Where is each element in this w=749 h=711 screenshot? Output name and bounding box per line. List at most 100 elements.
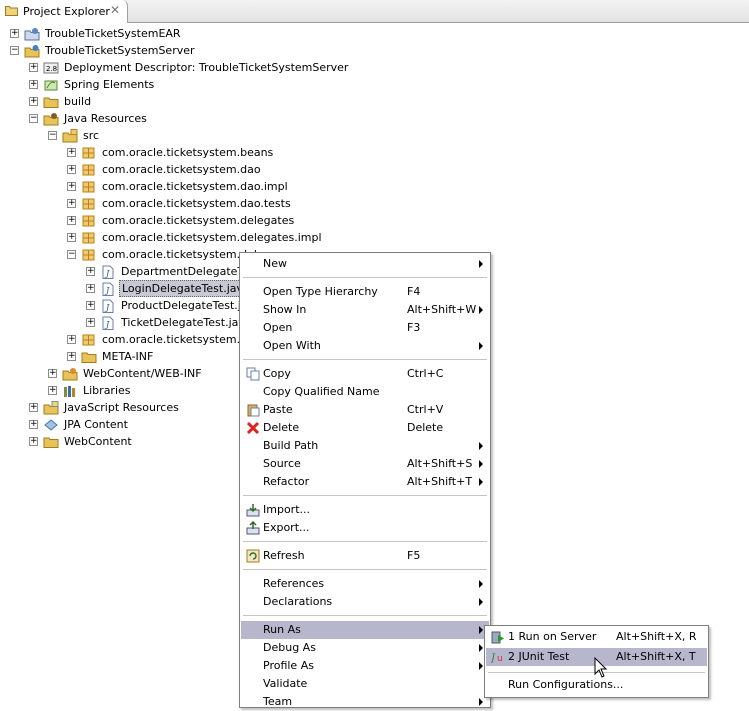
menu-item-label: Paste — [263, 403, 293, 416]
tree-node-label: com.oracle.ticketsystem.beans — [102, 146, 274, 159]
menu-item-label: Validate — [263, 677, 308, 690]
javascript-resources-icon — [43, 401, 59, 415]
menu-item-copy[interactable]: Copy Ctrl+C — [241, 365, 489, 383]
tree-node-label: com.oracle.ticketsystem.delegates.impl — [102, 231, 322, 244]
menu-item-shortcut: F4 — [407, 285, 421, 298]
collapse-toggle-icon[interactable]: − — [10, 46, 19, 55]
collapse-toggle-icon[interactable]: − — [29, 114, 38, 123]
mouse-cursor-icon — [594, 657, 608, 678]
expand-toggle-icon[interactable]: + — [67, 216, 76, 225]
run-on-server-icon — [491, 630, 505, 644]
tree-node[interactable]: + TroubleTicketSystemEAR — [0, 25, 749, 42]
submenu-arrow-icon — [479, 478, 483, 486]
expand-toggle-icon[interactable]: + — [86, 284, 95, 293]
menu-item-label: Open — [263, 321, 293, 334]
tree-node[interactable]: + com.oracle.ticketsystem.dao — [0, 161, 749, 178]
web-project-icon — [24, 44, 40, 58]
menu-item-label: Build Path — [263, 439, 319, 452]
menu-item-refactor[interactable]: Refactor Alt+Shift+T — [241, 473, 489, 491]
java-resources-icon — [43, 112, 59, 126]
menu-item-copy-qualified-name[interactable]: Copy Qualified Name — [241, 383, 489, 401]
expand-toggle-icon[interactable]: + — [10, 29, 19, 38]
menu-item-debug-as[interactable]: Debug As — [241, 639, 489, 657]
menu-item-build-path[interactable]: Build Path — [241, 437, 489, 455]
expand-toggle-icon[interactable]: + — [48, 369, 57, 378]
tree-node[interactable]: + com.oracle.ticketsystem.delegates.impl — [0, 229, 749, 246]
libraries-icon — [62, 384, 78, 398]
menu-item-shortcut: Delete — [407, 421, 444, 434]
close-view-icon[interactable]: ✕ — [110, 3, 120, 17]
menu-item-references[interactable]: References — [241, 575, 489, 593]
tree-node-label: WebContent — [64, 435, 132, 448]
submenu-arrow-icon — [479, 626, 483, 634]
tree-node-label: com.oracle.ticketsystem.delegates — [102, 214, 295, 227]
tree-node[interactable]: + com.oracle.ticketsystem.dao.tests — [0, 195, 749, 212]
expand-toggle-icon[interactable]: + — [29, 403, 38, 412]
menu-item-team[interactable]: Team — [241, 693, 489, 711]
submenu-arrow-icon — [479, 580, 483, 588]
submenu-arrow-icon — [479, 698, 483, 706]
package-icon — [81, 180, 97, 194]
expand-toggle-icon[interactable]: + — [29, 97, 38, 106]
expand-toggle-icon[interactable]: + — [67, 233, 76, 242]
expand-toggle-icon[interactable]: + — [29, 420, 38, 429]
menu-item-source[interactable]: Source Alt+Shift+S — [241, 455, 489, 473]
menu-item-new[interactable]: New — [241, 255, 489, 273]
expand-toggle-icon[interactable]: + — [48, 386, 57, 395]
menu-item-open[interactable]: Open F3 — [241, 319, 489, 337]
view-title: Project Explorer — [23, 5, 110, 18]
tree-node[interactable]: − TroubleTicketSystemServer — [0, 42, 749, 59]
java-file-icon: J — [100, 316, 116, 330]
menu-item-profile-as[interactable]: Profile As — [241, 657, 489, 675]
expand-toggle-icon[interactable]: + — [29, 437, 38, 446]
menu-item-label: New — [263, 257, 287, 270]
svg-text:J: J — [491, 653, 496, 664]
menu-item-show-in[interactable]: Show In Alt+Shift+W — [241, 301, 489, 319]
tree-node[interactable]: + com.oracle.ticketsystem.beans — [0, 144, 749, 161]
expand-toggle-icon[interactable]: + — [67, 165, 76, 174]
project-explorer-tab[interactable]: Project Explorer ✕ — [0, 0, 128, 23]
collapse-toggle-icon[interactable]: − — [67, 250, 76, 259]
package-icon — [81, 214, 97, 228]
tree-node[interactable]: + build — [0, 93, 749, 110]
menu-item-declarations[interactable]: Declarations — [241, 593, 489, 611]
menu-item-export[interactable]: Export... — [241, 519, 489, 537]
tree-node[interactable]: +2.8 Deployment Descriptor: TroubleTicket… — [0, 59, 749, 76]
menu-item-paste[interactable]: Paste Ctrl+V — [241, 401, 489, 419]
menu-item-open-with[interactable]: Open With — [241, 337, 489, 355]
menu-item-shortcut: Ctrl+C — [407, 367, 444, 380]
expand-toggle-icon[interactable]: + — [86, 267, 95, 276]
expand-toggle-icon[interactable]: + — [29, 80, 38, 89]
menu-item-label: Debug As — [263, 641, 316, 654]
folder-icon — [81, 350, 97, 364]
menu-item-validate[interactable]: Validate — [241, 675, 489, 693]
tree-node-label: build — [64, 95, 92, 108]
submenu-arrow-icon — [479, 460, 483, 468]
menu-separator — [243, 541, 487, 542]
tree-node-label: DepartmentDelegateTes — [121, 265, 255, 278]
menu-item-1-run-on-server[interactable]: 1 Run on Server Alt+Shift+X, R — [486, 628, 707, 646]
menu-item-shortcut: Alt+Shift+X, R — [616, 630, 697, 643]
expand-toggle-icon[interactable]: + — [29, 63, 38, 72]
expand-toggle-icon[interactable]: + — [67, 352, 76, 361]
tree-node[interactable]: + Spring Elements — [0, 76, 749, 93]
tree-node[interactable]: + com.oracle.ticketsystem.delegates — [0, 212, 749, 229]
menu-item-import[interactable]: Import... — [241, 501, 489, 519]
tree-node[interactable]: − Java Resources — [0, 110, 749, 127]
collapse-toggle-icon[interactable]: − — [48, 131, 57, 140]
expand-toggle-icon[interactable]: + — [86, 301, 95, 310]
expand-toggle-icon[interactable]: + — [67, 182, 76, 191]
menu-item-open-type-hierarchy[interactable]: Open Type Hierarchy F4 — [241, 283, 489, 301]
tree-node[interactable]: + com.oracle.ticketsystem.dao.impl — [0, 178, 749, 195]
expand-toggle-icon[interactable]: + — [67, 335, 76, 344]
tree-node[interactable]: − src — [0, 127, 749, 144]
expand-toggle-icon[interactable]: + — [67, 148, 76, 157]
tree-node-label: ProductDelegateTest.jav — [121, 299, 255, 312]
expand-toggle-icon[interactable]: + — [67, 199, 76, 208]
menu-item-run-as[interactable]: Run As — [241, 621, 489, 639]
menu-item-refresh[interactable]: Refresh F5 — [241, 547, 489, 565]
expand-toggle-icon[interactable]: + — [86, 318, 95, 327]
menu-item-delete[interactable]: Delete Delete — [241, 419, 489, 437]
menu-separator — [243, 359, 487, 360]
menu-separator — [243, 615, 487, 616]
